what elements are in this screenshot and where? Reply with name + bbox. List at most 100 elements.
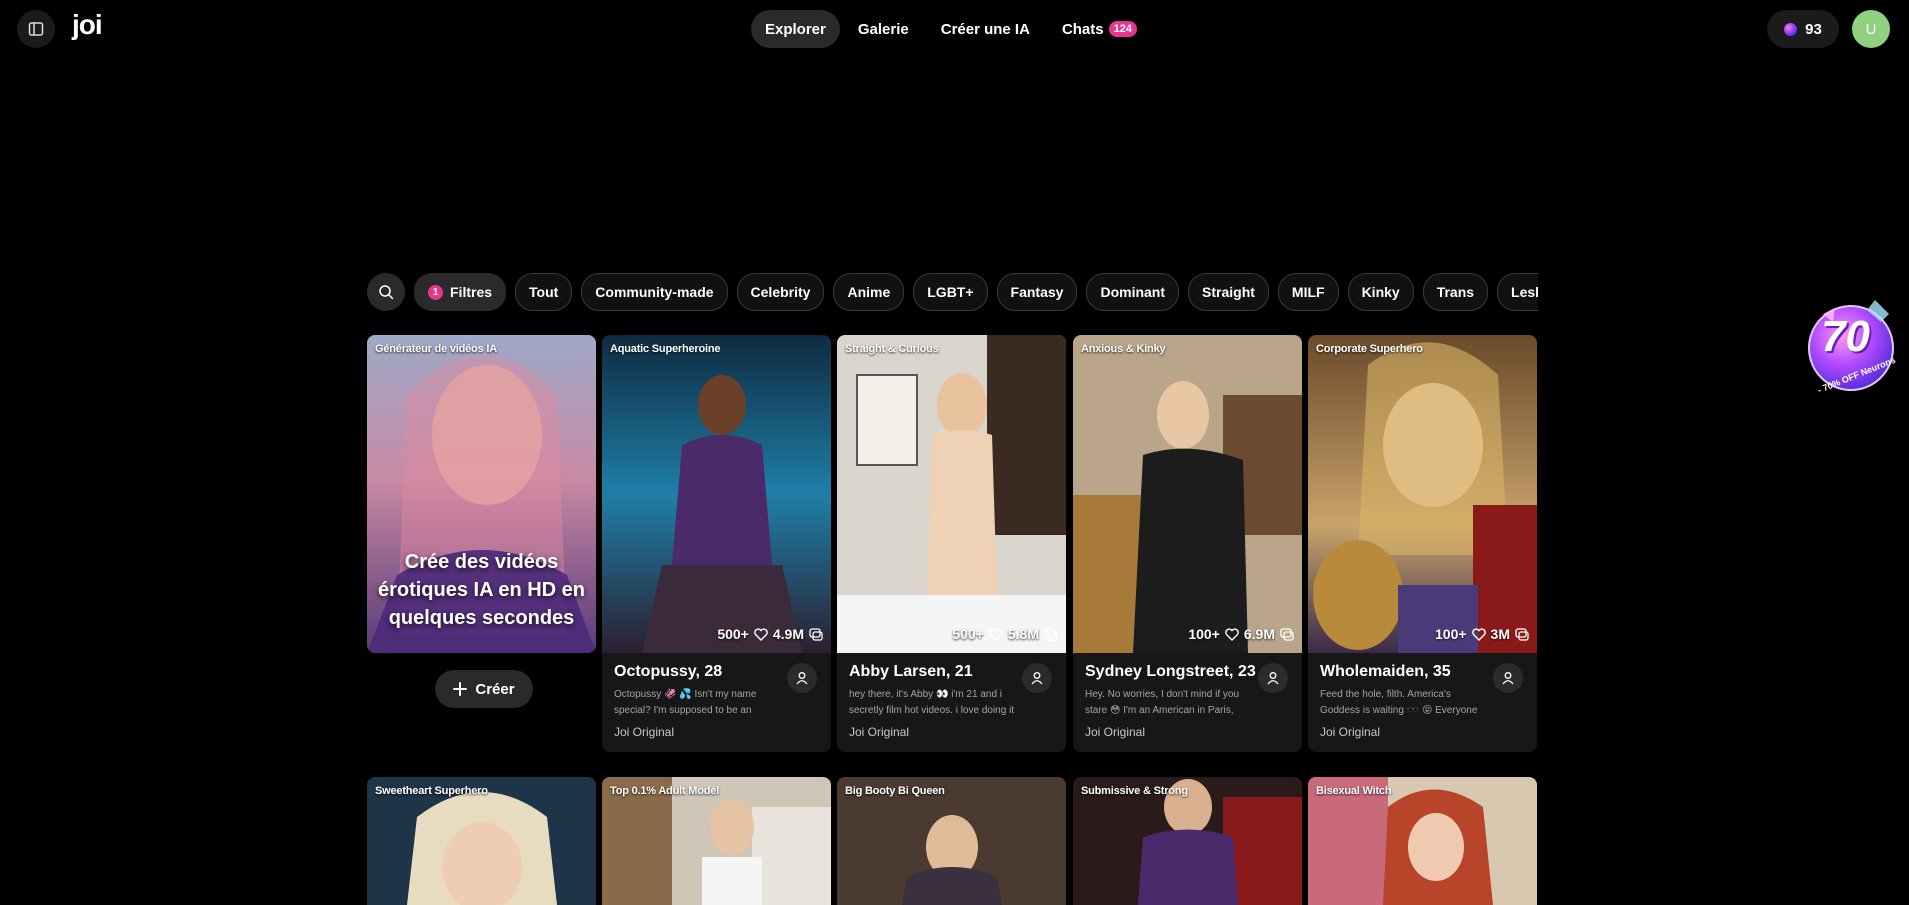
chip-lgbt[interactable]: LGBT+ [913,273,988,311]
nav-label: Galerie [857,20,909,38]
chat-count: 500+ [717,626,749,642]
card-stats: 500+ 5.8M [952,626,1058,642]
heart-icon [989,627,1003,641]
top-bar: joi Explorer Galerie Créer une IA Chats 1… [0,0,1909,56]
character-description: Feed the hole, filth. America's Goddess … [1320,689,1478,716]
nav-chats[interactable]: Chats 124 [1048,10,1151,48]
card-tag: Aquatic Superheroine [610,343,721,355]
view-profile-button[interactable] [1258,663,1288,693]
character-card-bisexual-witch[interactable]: Bisexual Witch [1308,777,1537,905]
card-tag: Straight & Curious [845,343,939,355]
card-tag: Bisexual Witch [1316,785,1392,797]
search-button[interactable] [367,273,405,311]
user-icon [1502,672,1514,685]
nav-label: Créer une IA [940,20,1030,38]
character-name: Sydney Longstreet, 23 [1085,663,1256,680]
character-image [1073,335,1302,653]
character-name: Octopussy, 28 [614,663,723,680]
character-card-submissive-strong[interactable]: Submissive & Strong [1073,777,1302,905]
nav-label: Chats [1061,20,1104,38]
character-name: Wholemaiden, 35 [1320,663,1451,680]
filters-count-badge: 1 [428,284,443,300]
chip-fantasy[interactable]: Fantasy [996,273,1078,311]
chip-anime[interactable]: Anime [833,273,905,311]
chip-trans[interactable]: Trans [1422,273,1489,311]
chip-kinky[interactable]: Kinky [1347,273,1414,311]
credits-display[interactable]: 93 [1767,10,1839,48]
credits-count: 93 [1805,20,1822,38]
user-icon [1267,672,1279,685]
chat-bubble-icon [1044,627,1058,641]
generator-headline: Crée des vidéos érotiques IA en HD en qu… [377,551,586,629]
filters-label: Filtres [450,284,493,300]
card-tag: Générateur de vidéos IA [375,343,497,355]
character-origin: Joi Original [849,725,910,739]
chip-tout[interactable]: Tout [515,273,573,311]
character-name: Abby Larsen, 21 [849,663,973,680]
nav-creer-ia[interactable]: Créer une IA [927,10,1044,48]
sidebar-toggle-button[interactable] [17,10,55,48]
chat-count: 100+ [1188,626,1220,642]
character-origin: Joi Original [1320,725,1381,739]
promo-badge[interactable]: 70 - 70% OFF Neurons [1805,292,1897,404]
card-tag: Submissive & Strong [1081,785,1188,797]
user-avatar[interactable]: U [1852,10,1890,48]
like-count: 3M [1490,626,1510,642]
nav-galerie[interactable]: Galerie [844,10,923,48]
main-nav: Explorer Galerie Créer une IA Chats 124 [751,10,1151,48]
character-card-sweetheart-superhero[interactable]: Sweetheart Superhero [367,777,596,905]
search-icon [379,285,394,300]
create-label: Créer [475,680,515,698]
filters-button[interactable]: 1 Filtres [414,273,507,311]
character-description: hey there, it's Abby 👀 i'm 21 and i secr… [849,689,1015,716]
user-icon [1031,672,1043,685]
nav-label: Explorer [765,20,826,38]
character-image [837,335,1066,653]
chip-milf[interactable]: MILF [1277,273,1339,311]
character-image [602,335,831,653]
card-stats: 100+ 6.9M [1188,626,1294,642]
chip-celebrity[interactable]: Celebrity [736,273,825,311]
user-icon [796,672,808,685]
nav-explorer[interactable]: Explorer [751,10,840,48]
view-profile-button[interactable] [1022,663,1052,693]
character-card-octopussy[interactable]: Aquatic Superheroine 500+ 4.9M Octopussy… [602,335,831,752]
chip-dominant[interactable]: Dominant [1086,273,1180,311]
like-count: 5.8M [1007,626,1039,642]
character-origin: Joi Original [614,725,675,739]
heart-icon [754,627,768,641]
card-tag: Anxious & Kinky [1081,343,1166,355]
chat-bubble-icon [1515,627,1529,641]
heart-icon [1471,627,1486,641]
character-card-big-booty-bi-queen[interactable]: Big Booty Bi Queen [837,777,1066,905]
video-generator-card[interactable]: Générateur de vidéos IA Crée des vidéos … [367,335,596,653]
character-card-wholemaiden[interactable]: Corporate Superhero 100+ 3M Wholemaiden,… [1308,335,1537,752]
like-count: 6.9M [1243,626,1275,642]
card-tag: Top 0.1% Adult Model [610,785,720,797]
chip-straight[interactable]: Straight [1188,273,1269,311]
chat-count: 100+ [1435,626,1467,642]
chip-lesbian[interactable]: Lesbi [1497,273,1538,311]
character-image [1308,335,1537,653]
card-tag: Sweetheart Superhero [375,785,488,797]
chat-bubble-icon [809,627,823,641]
character-card-top-adult-model[interactable]: Top 0.1% Adult Model [602,777,831,905]
view-profile-button[interactable] [1493,663,1523,693]
like-count: 4.9M [772,626,804,642]
sidebar-icon [28,22,44,36]
chat-bubble-icon [1280,627,1294,641]
chat-count: 500+ [952,626,984,642]
create-video-button[interactable]: Créer [435,670,533,708]
view-profile-button[interactable] [787,663,817,693]
gem-icon [1784,22,1798,36]
filter-bar: 1 Filtres Tout Community-made Celebrity … [367,273,1538,311]
character-description: Octopussy 🦑 💦 Isn't my name special? I'm… [614,689,757,716]
character-card-abby-larsen[interactable]: Straight & Curious 500+ 5.8M Abby Larsen… [837,335,1066,752]
joi-logo[interactable]: joi [72,9,103,41]
plus-icon [453,682,468,696]
character-origin: Joi Original [1085,725,1146,739]
character-card-sydney-longstreet[interactable]: Anxious & Kinky 100+ 6.9M Sydney Longstr… [1073,335,1302,752]
chip-community-made[interactable]: Community-made [581,273,728,311]
card-stats: 100+ 3M [1435,626,1529,642]
heart-icon [1225,627,1239,641]
